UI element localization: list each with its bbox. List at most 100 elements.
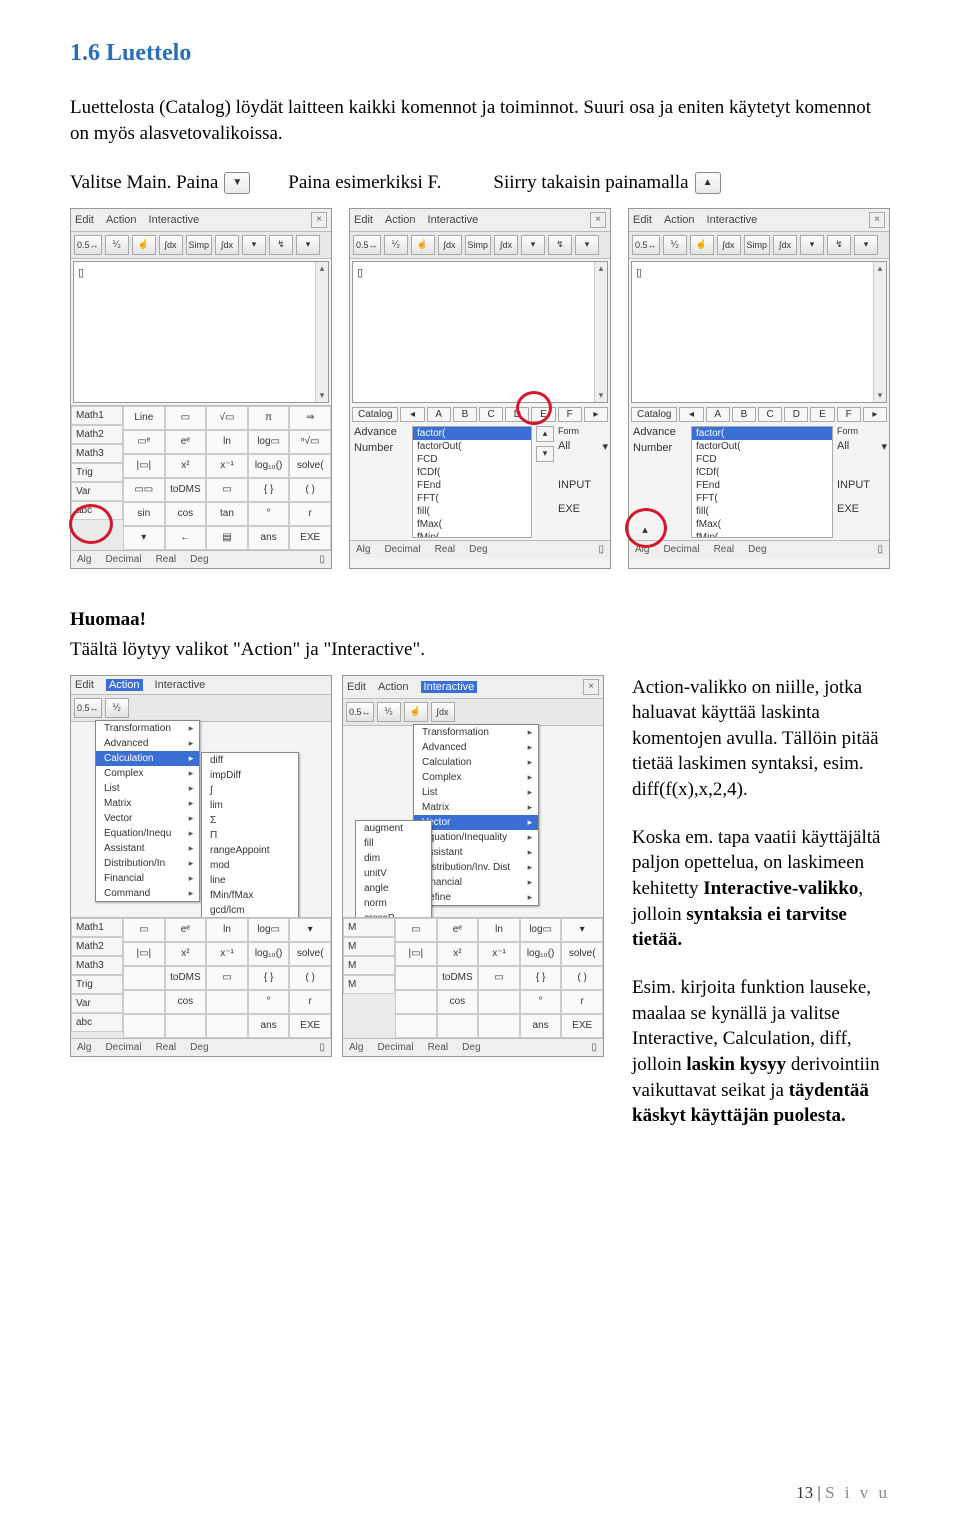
action-submenu: diffimpDiff∫limΣΠrangeAppointmodlinefMin… — [201, 752, 299, 934]
calc-key: tan — [206, 502, 248, 526]
calc-key: solve( — [289, 454, 331, 478]
note-text: Täältä löytyy valikot "Action" ja "Inter… — [70, 637, 890, 663]
calc-key: ▭ — [165, 406, 207, 430]
toolbar-btn: ▾ — [800, 235, 824, 255]
calc-screenshot-3: Edit Action Interactive × 0.5↔ ⅟₂ ☝ ∫dx … — [628, 208, 890, 569]
math-tab: Math3 — [71, 956, 123, 975]
submenu-item: impDiff — [202, 768, 298, 783]
menu-action: Action — [106, 214, 137, 226]
status-item: Real — [428, 1042, 449, 1053]
calc-key — [165, 1014, 207, 1038]
battery-icon: ▯ — [877, 544, 883, 555]
up-arrow-icon: ▲ — [695, 172, 721, 194]
battery-icon: ▯ — [591, 1042, 597, 1053]
menu-item: Vector▸ — [414, 815, 538, 830]
status-item: Real — [435, 544, 456, 555]
all-label: All — [558, 440, 570, 452]
two-column-section: Edit Action Interactive 0.5↔ ⅟₂ Transfor… — [70, 675, 890, 1151]
menu-edit: Edit — [75, 214, 94, 226]
nav-left-icon: ◂ — [679, 407, 703, 422]
catalog-tab: Catalog — [631, 407, 677, 422]
section-heading: 1.6 Luettelo — [70, 40, 890, 67]
calc-key: |▭| — [123, 454, 165, 478]
instruction-text-2: Paina esimerkiksi F. — [288, 170, 441, 196]
catalog-item: FEnd — [692, 479, 832, 492]
calc-key: ° — [248, 502, 290, 526]
explanation-para-3: Esim. kirjoita funktion lauseke, maalaa … — [632, 975, 890, 1129]
explanation-para-1: Action-valikko on niille, jotka haluavat… — [632, 675, 890, 803]
calc-key: cos — [165, 990, 207, 1014]
toolbar-btn: ☝ — [132, 235, 156, 255]
interactive-dropdown: Transformation▸Advanced▸Calculation▸Comp… — [413, 724, 539, 906]
calc-key: toDMS — [437, 966, 479, 990]
page-number: 13 — [796, 1483, 813, 1502]
menu-edit: Edit — [633, 214, 652, 226]
menu-item: Equation/Inequality▸ — [414, 830, 538, 845]
menu-edit: Edit — [347, 681, 366, 693]
battery-icon: ▯ — [319, 1042, 325, 1053]
calc-key: log▭ — [520, 918, 562, 942]
submenu-item: unitV — [356, 866, 431, 881]
chevron-down-icon: ▾ — [602, 440, 608, 453]
menu-item: Command▸ — [96, 886, 199, 901]
catalog-item: factorOut( — [413, 440, 531, 453]
submenu-item: Σ — [202, 813, 298, 828]
status-item: Decimal — [105, 1042, 141, 1053]
instruction-text-1: Valitse Main. Paina — [70, 170, 218, 196]
catalog-item: factorOut( — [692, 440, 832, 453]
alpha-d: D — [784, 407, 808, 422]
submenu-item: gcd/lcm — [202, 903, 298, 918]
math-tab: abc — [71, 501, 123, 520]
action-dropdown: Transformation▸Advanced▸Calculation▸Comp… — [95, 720, 200, 902]
input-button: INPUT — [837, 479, 887, 491]
calc-key — [395, 966, 437, 990]
toolbar-btn: ∫dx — [438, 235, 462, 255]
toolbar-btn: ⅟₂ — [105, 235, 129, 255]
down-arrow-icon: ▼ — [224, 172, 250, 194]
calc-screenshot-interactive-menu: Edit Action Interactive × 0.5↔ ⅟₂ ☝ ∫dx … — [342, 675, 604, 1057]
catalog-list: factor(factorOut(FCDfCDf(FEndFFT(fill(fM… — [691, 426, 833, 538]
nav-right-icon: ▸ — [863, 407, 887, 422]
menu-item: Advanced▸ — [96, 736, 199, 751]
calc-key: ans — [520, 1014, 562, 1038]
catalog-item: FCD — [413, 453, 531, 466]
calc-key: { } — [248, 478, 290, 502]
menu-item: Transformation▸ — [96, 721, 199, 736]
toolbar-btn: ⅟₂ — [663, 235, 687, 255]
catalog-item: fMin( — [413, 531, 531, 538]
math-tab: Trig — [71, 463, 123, 482]
screenshots-row-1: Edit Action Interactive × 0.5↔ ⅟₂ ☝ ∫dx … — [70, 208, 890, 569]
status-item: Alg — [349, 1042, 363, 1053]
math-tab: Trig — [71, 975, 123, 994]
submenu-item: line — [202, 873, 298, 888]
menu-interactive: Interactive — [428, 214, 479, 226]
calc-key — [478, 990, 520, 1014]
status-item: Deg — [462, 1042, 480, 1053]
alpha-a: A — [427, 407, 451, 422]
menu-item: Assistant▸ — [414, 845, 538, 860]
status-item: Decimal — [105, 554, 141, 565]
intro-paragraph: Luettelosta (Catalog) löydät laitteen ka… — [70, 95, 890, 146]
math-tab: Math2 — [71, 937, 123, 956]
calc-key: log▭ — [248, 918, 290, 942]
catalog-item: fCDf( — [692, 466, 832, 479]
calc-workarea: ▯ ▴▾ — [352, 261, 608, 403]
calc-key: ⁿ√▭ — [289, 430, 331, 454]
toolbar-btn: ▾ — [854, 235, 878, 255]
calc-key: sin — [123, 502, 165, 526]
menu-interactive-highlighted: Interactive — [421, 681, 478, 693]
toolbar-btn: ↯ — [548, 235, 572, 255]
catalog-item: FFT( — [692, 492, 832, 505]
calc-key: ▭ — [395, 918, 437, 942]
calc-key: ln — [206, 918, 248, 942]
status-item: Real — [714, 544, 735, 555]
calc-key: ⇒ — [289, 406, 331, 430]
calc-key: ▭ᵉ — [123, 430, 165, 454]
key-grid: ▭eᵉlnlog▭▾|▭|x²x⁻¹log₁₀()solve(toDMS▭{ }… — [123, 918, 331, 1038]
calc-key: ← — [165, 526, 207, 550]
scroll-down-icon: ▾ — [536, 446, 554, 462]
menu-interactive: Interactive — [155, 679, 206, 691]
calc-key: eᵉ — [165, 918, 207, 942]
calc-screenshot-1: Edit Action Interactive × 0.5↔ ⅟₂ ☝ ∫dx … — [70, 208, 332, 569]
close-icon: × — [583, 679, 599, 695]
